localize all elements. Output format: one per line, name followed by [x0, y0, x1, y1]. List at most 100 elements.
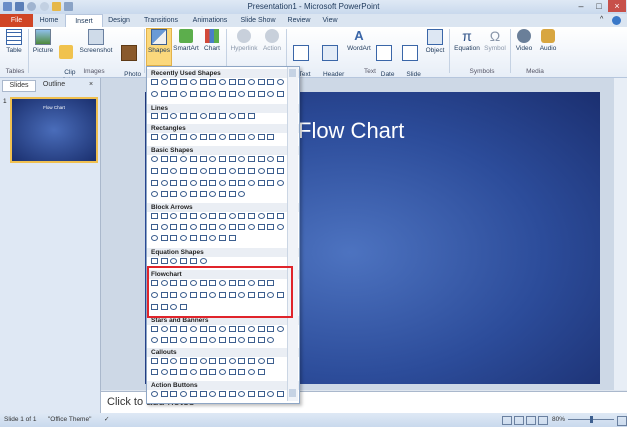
shape-option[interactable]	[151, 156, 158, 162]
shape-option[interactable]	[199, 258, 207, 264]
shape-option[interactable]	[160, 191, 168, 197]
shape-option[interactable]	[277, 224, 285, 230]
shape-option[interactable]	[189, 258, 197, 264]
shape-option[interactable]	[160, 391, 168, 397]
shape-option[interactable]	[228, 113, 236, 119]
help-icon[interactable]	[612, 16, 621, 25]
shape-option[interactable]	[189, 391, 197, 397]
shape-option[interactable]	[267, 91, 275, 97]
theme-name[interactable]: "Office Theme"	[48, 416, 91, 423]
shape-option[interactable]	[189, 235, 197, 241]
shape-option[interactable]	[218, 358, 226, 364]
tab-slides[interactable]: Slides	[2, 80, 36, 92]
shape-option[interactable]	[209, 213, 217, 219]
shape-option[interactable]	[170, 191, 178, 197]
shape-option[interactable]	[209, 134, 217, 140]
shape-option[interactable]	[199, 134, 207, 140]
shape-option[interactable]	[248, 369, 255, 375]
shape-option[interactable]	[267, 168, 275, 174]
shape-option[interactable]	[218, 79, 226, 85]
shape-option[interactable]	[267, 224, 275, 230]
shape-option[interactable]	[199, 326, 207, 332]
shape-option[interactable]	[209, 391, 217, 397]
shape-option[interactable]	[180, 91, 188, 97]
slide-thumbnail[interactable]: Flow Chart	[10, 97, 98, 163]
shape-option[interactable]	[228, 91, 236, 97]
shape-option[interactable]	[238, 358, 246, 364]
maximize-icon[interactable]: □	[590, 0, 608, 12]
tab-outline[interactable]: Outline	[36, 80, 72, 90]
shape-option[interactable]	[218, 224, 226, 230]
fit-to-window-icon[interactable]	[617, 416, 627, 426]
shape-option[interactable]	[209, 91, 217, 97]
shape-option[interactable]	[267, 337, 275, 343]
shape-option[interactable]	[277, 168, 285, 174]
shape-option[interactable]	[209, 191, 217, 197]
reading-view-icon[interactable]	[526, 416, 536, 425]
shape-option[interactable]	[267, 391, 275, 397]
shape-option[interactable]	[267, 358, 275, 364]
equation-button[interactable]: π Equation	[452, 29, 482, 53]
shape-option[interactable]	[209, 180, 217, 186]
shape-option[interactable]	[248, 113, 255, 119]
shape-option[interactable]	[277, 326, 285, 332]
shape-option[interactable]	[218, 91, 226, 97]
shape-option[interactable]	[209, 326, 217, 332]
shape-option[interactable]	[170, 134, 178, 140]
shape-option[interactable]	[228, 134, 236, 140]
shape-option[interactable]	[209, 113, 217, 119]
shape-option[interactable]	[199, 224, 207, 230]
audio-button[interactable]: Audio	[537, 29, 559, 53]
screenshot-button[interactable]: Screenshot	[78, 29, 114, 55]
shape-option[interactable]	[189, 79, 197, 85]
wordart-button[interactable]: A WordArt	[346, 29, 372, 53]
shape-option[interactable]	[248, 337, 255, 343]
shape-option[interactable]	[170, 156, 178, 162]
spell-check-icon[interactable]: ✓	[104, 415, 112, 423]
slide-sorter-icon[interactable]	[514, 416, 524, 425]
close-panel-icon[interactable]: ×	[86, 80, 96, 90]
shape-option[interactable]	[180, 235, 188, 241]
shape-option[interactable]	[218, 337, 226, 343]
shape-option[interactable]	[228, 326, 236, 332]
shape-option[interactable]	[180, 191, 188, 197]
shape-option[interactable]	[199, 113, 207, 119]
shape-option[interactable]	[228, 369, 236, 375]
shape-option[interactable]	[180, 337, 188, 343]
shape-option[interactable]	[257, 79, 265, 85]
shape-option[interactable]	[151, 369, 158, 375]
shape-option[interactable]	[238, 156, 246, 162]
shape-option[interactable]	[151, 168, 158, 174]
tab-file[interactable]: File	[0, 14, 33, 27]
shape-option[interactable]	[209, 235, 217, 241]
shape-option[interactable]	[199, 391, 207, 397]
shape-option[interactable]	[257, 224, 265, 230]
shape-option[interactable]	[277, 79, 285, 85]
shape-option[interactable]	[209, 168, 217, 174]
shape-option[interactable]	[180, 213, 188, 219]
shape-option[interactable]	[228, 391, 236, 397]
shape-option[interactable]	[160, 235, 168, 241]
shape-option[interactable]	[189, 180, 197, 186]
tab-transitions[interactable]: Transitions	[138, 14, 184, 27]
shape-option[interactable]	[151, 191, 158, 197]
shape-option[interactable]	[218, 191, 226, 197]
shape-option[interactable]	[160, 369, 168, 375]
shape-option[interactable]	[180, 326, 188, 332]
shape-option[interactable]	[248, 134, 255, 140]
shape-option[interactable]	[180, 180, 188, 186]
picture-button[interactable]: Picture	[32, 29, 54, 55]
shape-option[interactable]	[151, 113, 158, 119]
shape-option[interactable]	[160, 358, 168, 364]
shape-option[interactable]	[160, 91, 168, 97]
shape-option[interactable]	[151, 224, 158, 230]
action-button[interactable]: Action	[261, 29, 283, 53]
shape-option[interactable]	[189, 134, 197, 140]
tab-design[interactable]: Design	[104, 14, 134, 27]
tab-home[interactable]: Home	[36, 14, 62, 27]
shape-option[interactable]	[218, 180, 226, 186]
vertical-scrollbar[interactable]	[614, 78, 627, 390]
shape-option[interactable]	[228, 168, 236, 174]
shape-option[interactable]	[218, 168, 226, 174]
shape-option[interactable]	[248, 213, 255, 219]
